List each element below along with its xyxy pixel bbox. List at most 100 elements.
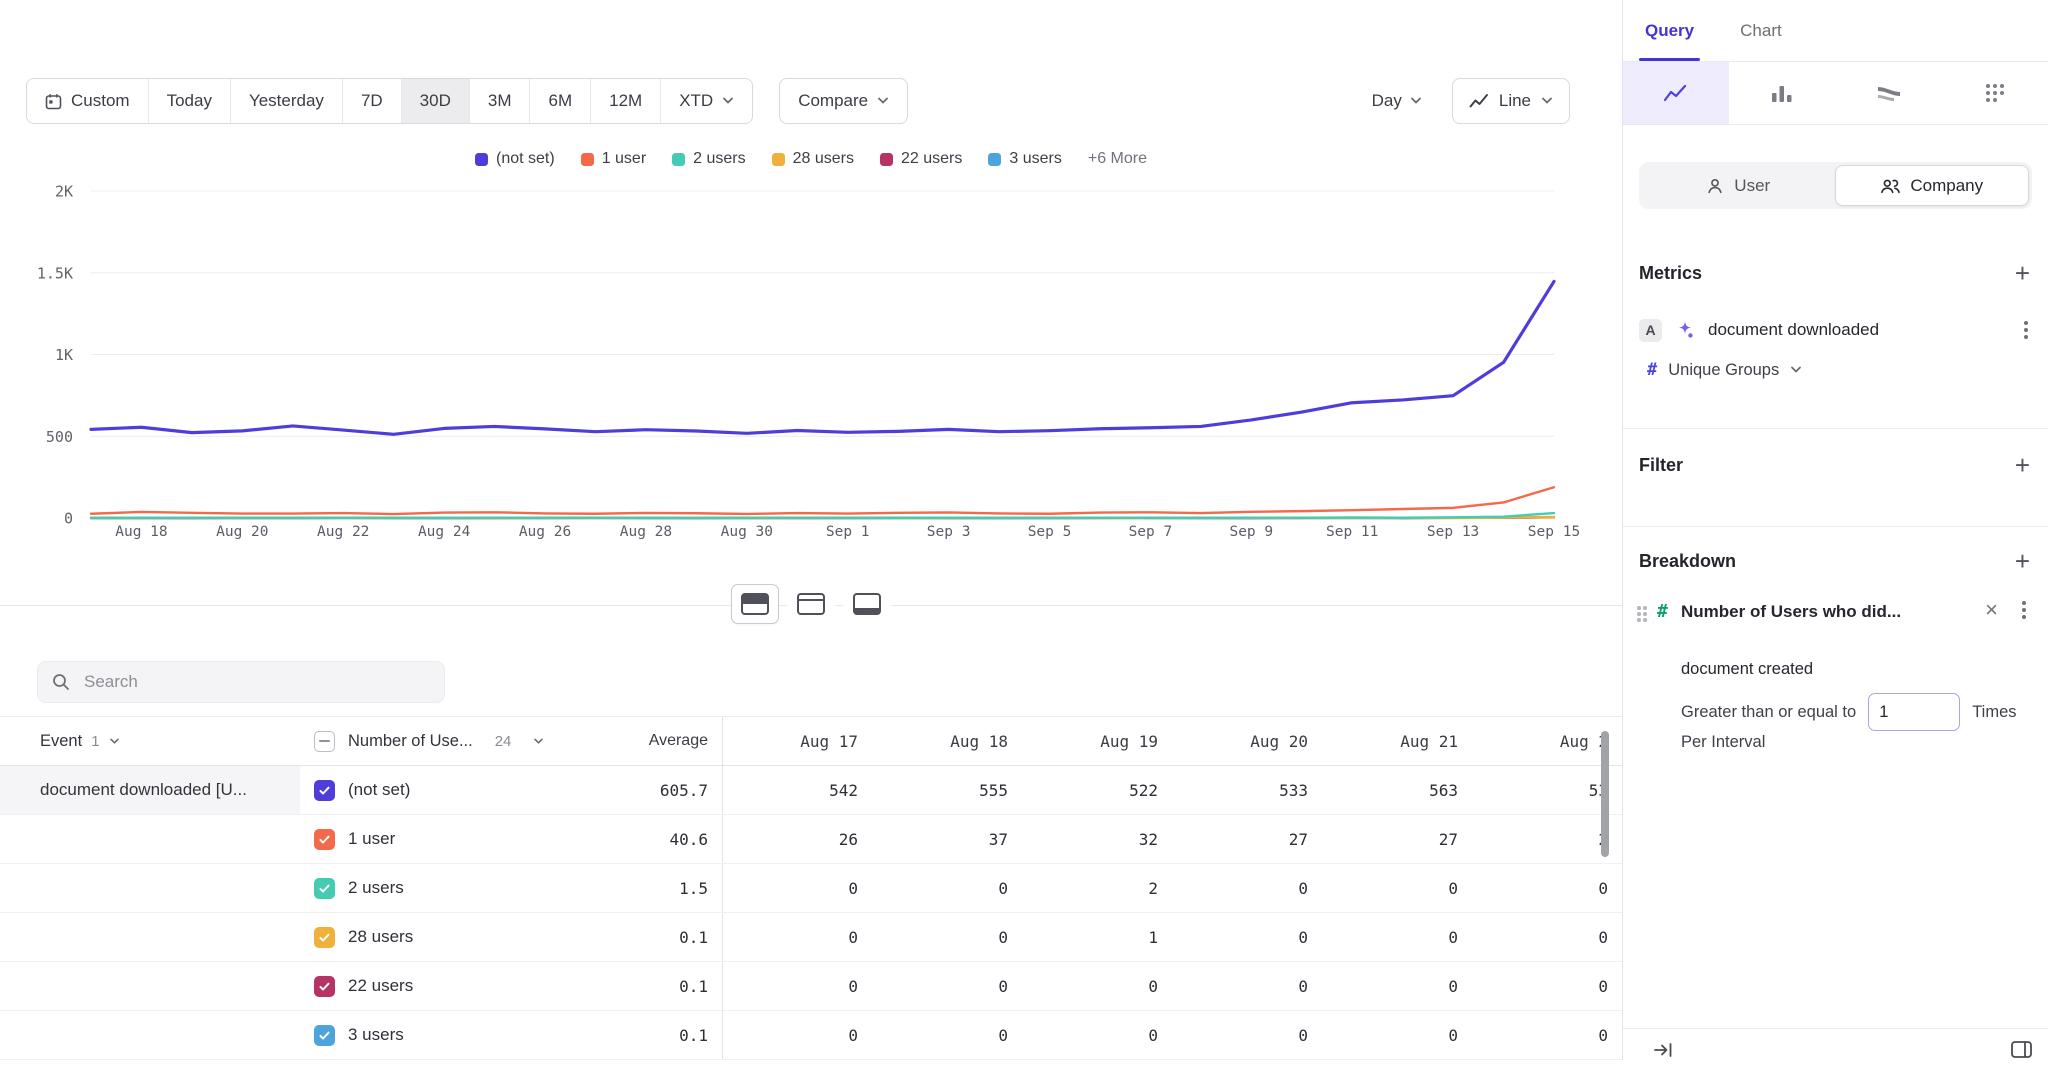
check-icon [318, 784, 331, 797]
chevron-down-icon [533, 738, 544, 745]
legend-label: 22 users [901, 150, 962, 168]
date-range-label: 7D [361, 91, 383, 111]
metric-menu-button[interactable] [2018, 322, 2034, 338]
breakdown-item: # Number of Users who did... × document … [1623, 598, 2048, 764]
chevron-down-icon [109, 738, 120, 745]
layout-table-button[interactable] [843, 584, 891, 624]
search-box [37, 661, 445, 703]
chart-line [91, 281, 1554, 434]
layout-toggle-group [0, 584, 1622, 624]
date-range-label: 6M [548, 91, 572, 111]
chart-type-flow-button[interactable] [1836, 62, 1942, 124]
check-icon [318, 931, 331, 944]
data-value: 0 [872, 913, 1022, 961]
date-column-header[interactable]: Aug 17 [722, 717, 872, 765]
x-axis-label: Aug 18 [115, 524, 167, 540]
breakdown-property-name[interactable]: Number of Users who did... [1681, 602, 1901, 622]
legend-item[interactable]: 2 users [672, 150, 745, 168]
date-range-3m[interactable]: 3M [469, 79, 530, 123]
date-column-header[interactable]: Aug 21 [1322, 717, 1472, 765]
granularity-dropdown[interactable]: Day [1366, 78, 1428, 124]
chart-type-dropdown[interactable]: Line [1452, 78, 1570, 124]
table-row[interactable]: 2 users1.5002000 [0, 864, 1622, 913]
chart-type-more-button[interactable] [1942, 62, 2048, 124]
series-checkbox[interactable] [314, 878, 335, 899]
entity-user-button[interactable]: User [1642, 165, 1835, 206]
series-checkbox[interactable] [314, 780, 335, 801]
condition-unit-label: Times [1972, 703, 2016, 722]
series-checkbox[interactable] [314, 976, 335, 997]
panel-footer [1623, 1028, 2048, 1061]
data-value: 0 [1172, 962, 1322, 1010]
data-value: 0 [872, 962, 1022, 1010]
date-range-7d[interactable]: 7D [342, 79, 401, 123]
event-cell[interactable]: document downloaded [U... [0, 766, 300, 814]
select-all-checkbox[interactable] [314, 731, 335, 752]
date-range-custom[interactable]: Custom [27, 79, 148, 123]
data-value: 0 [722, 962, 872, 1010]
chart-type-bar-button[interactable] [1729, 62, 1835, 124]
series-checkbox[interactable] [314, 1025, 335, 1046]
series-column-header[interactable]: Number of Use... 24 [300, 717, 564, 765]
table-scrollbar[interactable] [1601, 731, 1609, 857]
add-breakdown-button[interactable]: + [2011, 548, 2034, 574]
legend-swatch [880, 153, 893, 166]
date-column-header[interactable]: Aug 2 [1472, 717, 1622, 765]
tab-query[interactable]: Query [1639, 0, 1700, 61]
chart-type-line-button[interactable] [1623, 62, 1729, 124]
layout-split-button[interactable] [731, 584, 779, 624]
compare-button[interactable]: Compare [779, 78, 908, 124]
legend-item[interactable]: (not set) [475, 150, 555, 168]
data-value: 2 [1022, 864, 1172, 912]
date-range-today[interactable]: Today [148, 79, 230, 123]
series-checkbox[interactable] [314, 927, 335, 948]
date-range-12m[interactable]: 12M [590, 79, 660, 123]
search-input[interactable] [82, 671, 430, 693]
chevron-down-icon [1541, 97, 1553, 105]
metric-aggregation-row[interactable]: # Unique Groups [1647, 356, 2034, 384]
date-range-xtd[interactable]: XTD [660, 79, 752, 123]
condition-value-input[interactable] [1868, 693, 1960, 731]
remove-breakdown-button[interactable]: × [1979, 598, 2004, 622]
date-column-header[interactable]: Aug 20 [1172, 717, 1322, 765]
chevron-down-icon [722, 97, 734, 105]
breakdown-title: Breakdown [1639, 551, 1736, 572]
data-value: 0 [1172, 864, 1322, 912]
hash-icon: # [1647, 360, 1657, 380]
legend-item[interactable]: 1 user [581, 150, 646, 168]
legend-item[interactable]: 3 users [988, 150, 1061, 168]
check-icon [318, 980, 331, 993]
add-filter-button[interactable]: + [2011, 452, 2034, 478]
table-row[interactable]: 1 user40.626373227272 [0, 815, 1622, 864]
series-checkbox[interactable] [314, 829, 335, 850]
table-row[interactable]: 22 users0.1000000 [0, 962, 1622, 1011]
date-range-6m[interactable]: 6M [529, 79, 590, 123]
event-column-header[interactable]: Event 1 [0, 717, 300, 765]
date-column-header[interactable]: Aug 18 [872, 717, 1022, 765]
add-metric-button[interactable]: + [2011, 260, 2034, 286]
breakdown-menu-button[interactable] [2016, 602, 2032, 618]
series-header-label: Number of Use... [348, 732, 473, 751]
average-column-header[interactable]: Average [564, 717, 722, 765]
legend-item[interactable]: 22 users [880, 150, 962, 168]
date-range-label: Today [167, 91, 212, 111]
date-range-yesterday[interactable]: Yesterday [230, 79, 342, 123]
data-value: 522 [1022, 766, 1172, 814]
x-axis-label: Aug 22 [317, 524, 369, 540]
calendar-icon [45, 93, 62, 110]
date-range-30d[interactable]: 30D [401, 79, 469, 123]
date-column-header[interactable]: Aug 19 [1022, 717, 1172, 765]
table-row[interactable]: 28 users0.1001000 [0, 913, 1622, 962]
drag-handle-icon[interactable] [1637, 606, 1641, 610]
legend-more[interactable]: +6 More [1088, 150, 1147, 168]
event-cell [0, 962, 300, 1010]
legend-item[interactable]: 28 users [772, 150, 854, 168]
layout-chart-button[interactable] [787, 584, 835, 624]
tab-chart[interactable]: Chart [1734, 0, 1788, 61]
collapse-panel-button[interactable] [1647, 1035, 1681, 1065]
metric-letter-badge: A [1639, 319, 1662, 342]
table-row[interactable]: 3 users0.1000000 [0, 1011, 1622, 1060]
metric-item[interactable]: A document downloaded # Unique Groups [1639, 312, 2034, 392]
table-row[interactable]: document downloaded [U...(not set)605.75… [0, 766, 1622, 815]
entity-company-button[interactable]: Company [1835, 165, 2030, 206]
